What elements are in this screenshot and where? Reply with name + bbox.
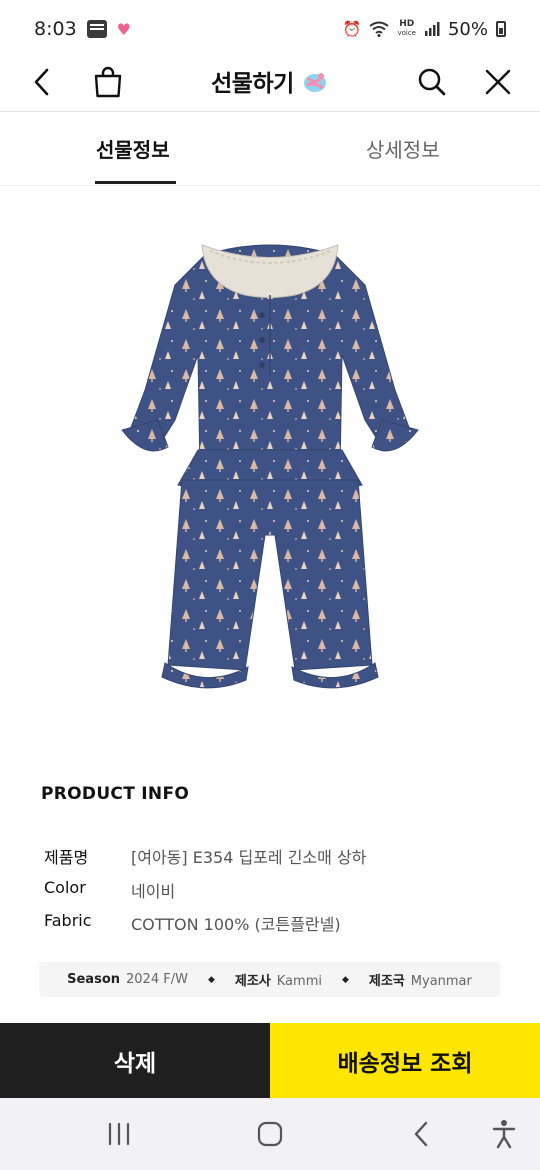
info-value: 네이비 <box>131 882 176 901</box>
status-left: 8:03 ♥ <box>34 18 131 40</box>
meta-season: Season 2024 F/W <box>67 972 188 987</box>
tab-detail-info[interactable]: 상세정보 <box>366 134 440 163</box>
home-icon <box>257 1121 283 1147</box>
battery-percent: 50% <box>447 18 488 40</box>
recent-apps-icon <box>108 1122 130 1146</box>
info-row-fabric: Fabric COTTON 100% (코튼플란넬) <box>44 911 504 935</box>
heart-icon: ♥ <box>116 19 132 39</box>
home-button[interactable] <box>250 1116 290 1152</box>
info-value: COTTON 100% (코튼플란넬) <box>131 915 341 934</box>
tab-gift-info[interactable]: 선물정보 <box>96 134 170 163</box>
system-back-button[interactable] <box>402 1116 442 1152</box>
wifi-icon <box>369 21 390 37</box>
close-icon <box>485 69 511 95</box>
meta-label: Season <box>67 972 121 987</box>
header-title-wrap: 선물하기 <box>0 64 540 98</box>
search-icon <box>418 68 446 96</box>
info-label: 제품명 <box>44 848 89 867</box>
product-image <box>121 244 419 689</box>
status-bar: 8:03 ♥ ⏰ HD voice 50% <box>0 0 540 58</box>
search-button[interactable] <box>410 62 454 102</box>
separator-dot: ◆ <box>207 974 215 985</box>
info-row-color: Color 네이비 <box>44 878 504 902</box>
info-row-product-name: 제품명 [여아동] E354 딥포레 긴소매 상하 <box>44 844 504 868</box>
delete-button[interactable]: 삭제 <box>0 1023 270 1098</box>
voice-label: voice <box>397 29 416 37</box>
meta-label: 제조사 <box>234 974 271 989</box>
shipping-info-button[interactable]: 배송정보 조회 <box>270 1023 540 1098</box>
hd-label: HD <box>399 19 415 29</box>
gift-ribbon-icon <box>303 73 326 92</box>
accessibility-icon <box>492 1120 516 1149</box>
alarm-icon: ⏰ <box>342 20 362 38</box>
recent-apps-button[interactable] <box>99 1116 139 1152</box>
product-info-title: PRODUCT INFO <box>41 784 190 804</box>
meta-value: Myanmar <box>410 974 472 989</box>
battery-icon <box>496 21 506 37</box>
meta-value: Kammi <box>276 974 322 989</box>
active-tab-indicator <box>95 181 176 184</box>
notification-app-icon <box>86 20 107 38</box>
separator-dot: ◆ <box>341 974 349 985</box>
meta-value: 2024 F/W <box>126 972 188 987</box>
close-button[interactable] <box>476 62 520 102</box>
bottom-action-bar: 삭제 배송정보 조회 <box>0 1023 540 1098</box>
page-title: 선물하기 <box>211 71 294 97</box>
accessibility-button[interactable] <box>484 1116 524 1152</box>
system-nav-bar <box>0 1098 540 1170</box>
signal-icon <box>424 22 440 36</box>
status-right: ⏰ HD voice 50% <box>343 19 506 40</box>
info-label: Fabric <box>44 911 92 930</box>
tab-bar: 선물정보 상세정보 <box>0 112 540 186</box>
info-label: Color <box>44 878 86 897</box>
meta-country: 제조국 Myanmar <box>369 970 472 989</box>
back-arrow-icon <box>414 1121 428 1147</box>
product-meta-box: Season 2024 F/W ◆ 제조사 Kammi ◆ 제조국 Myanmar <box>39 962 500 997</box>
meta-label: 제조국 <box>368 974 405 989</box>
top-app-bar: 선물하기 <box>0 58 540 112</box>
info-value: [여아동] E354 딥포레 긴소매 상하 <box>131 848 367 867</box>
meta-manufacturer: 제조사 Kammi <box>235 970 322 989</box>
status-time: 8:03 <box>34 18 77 40</box>
hd-voice-indicator: HD voice <box>397 20 416 38</box>
